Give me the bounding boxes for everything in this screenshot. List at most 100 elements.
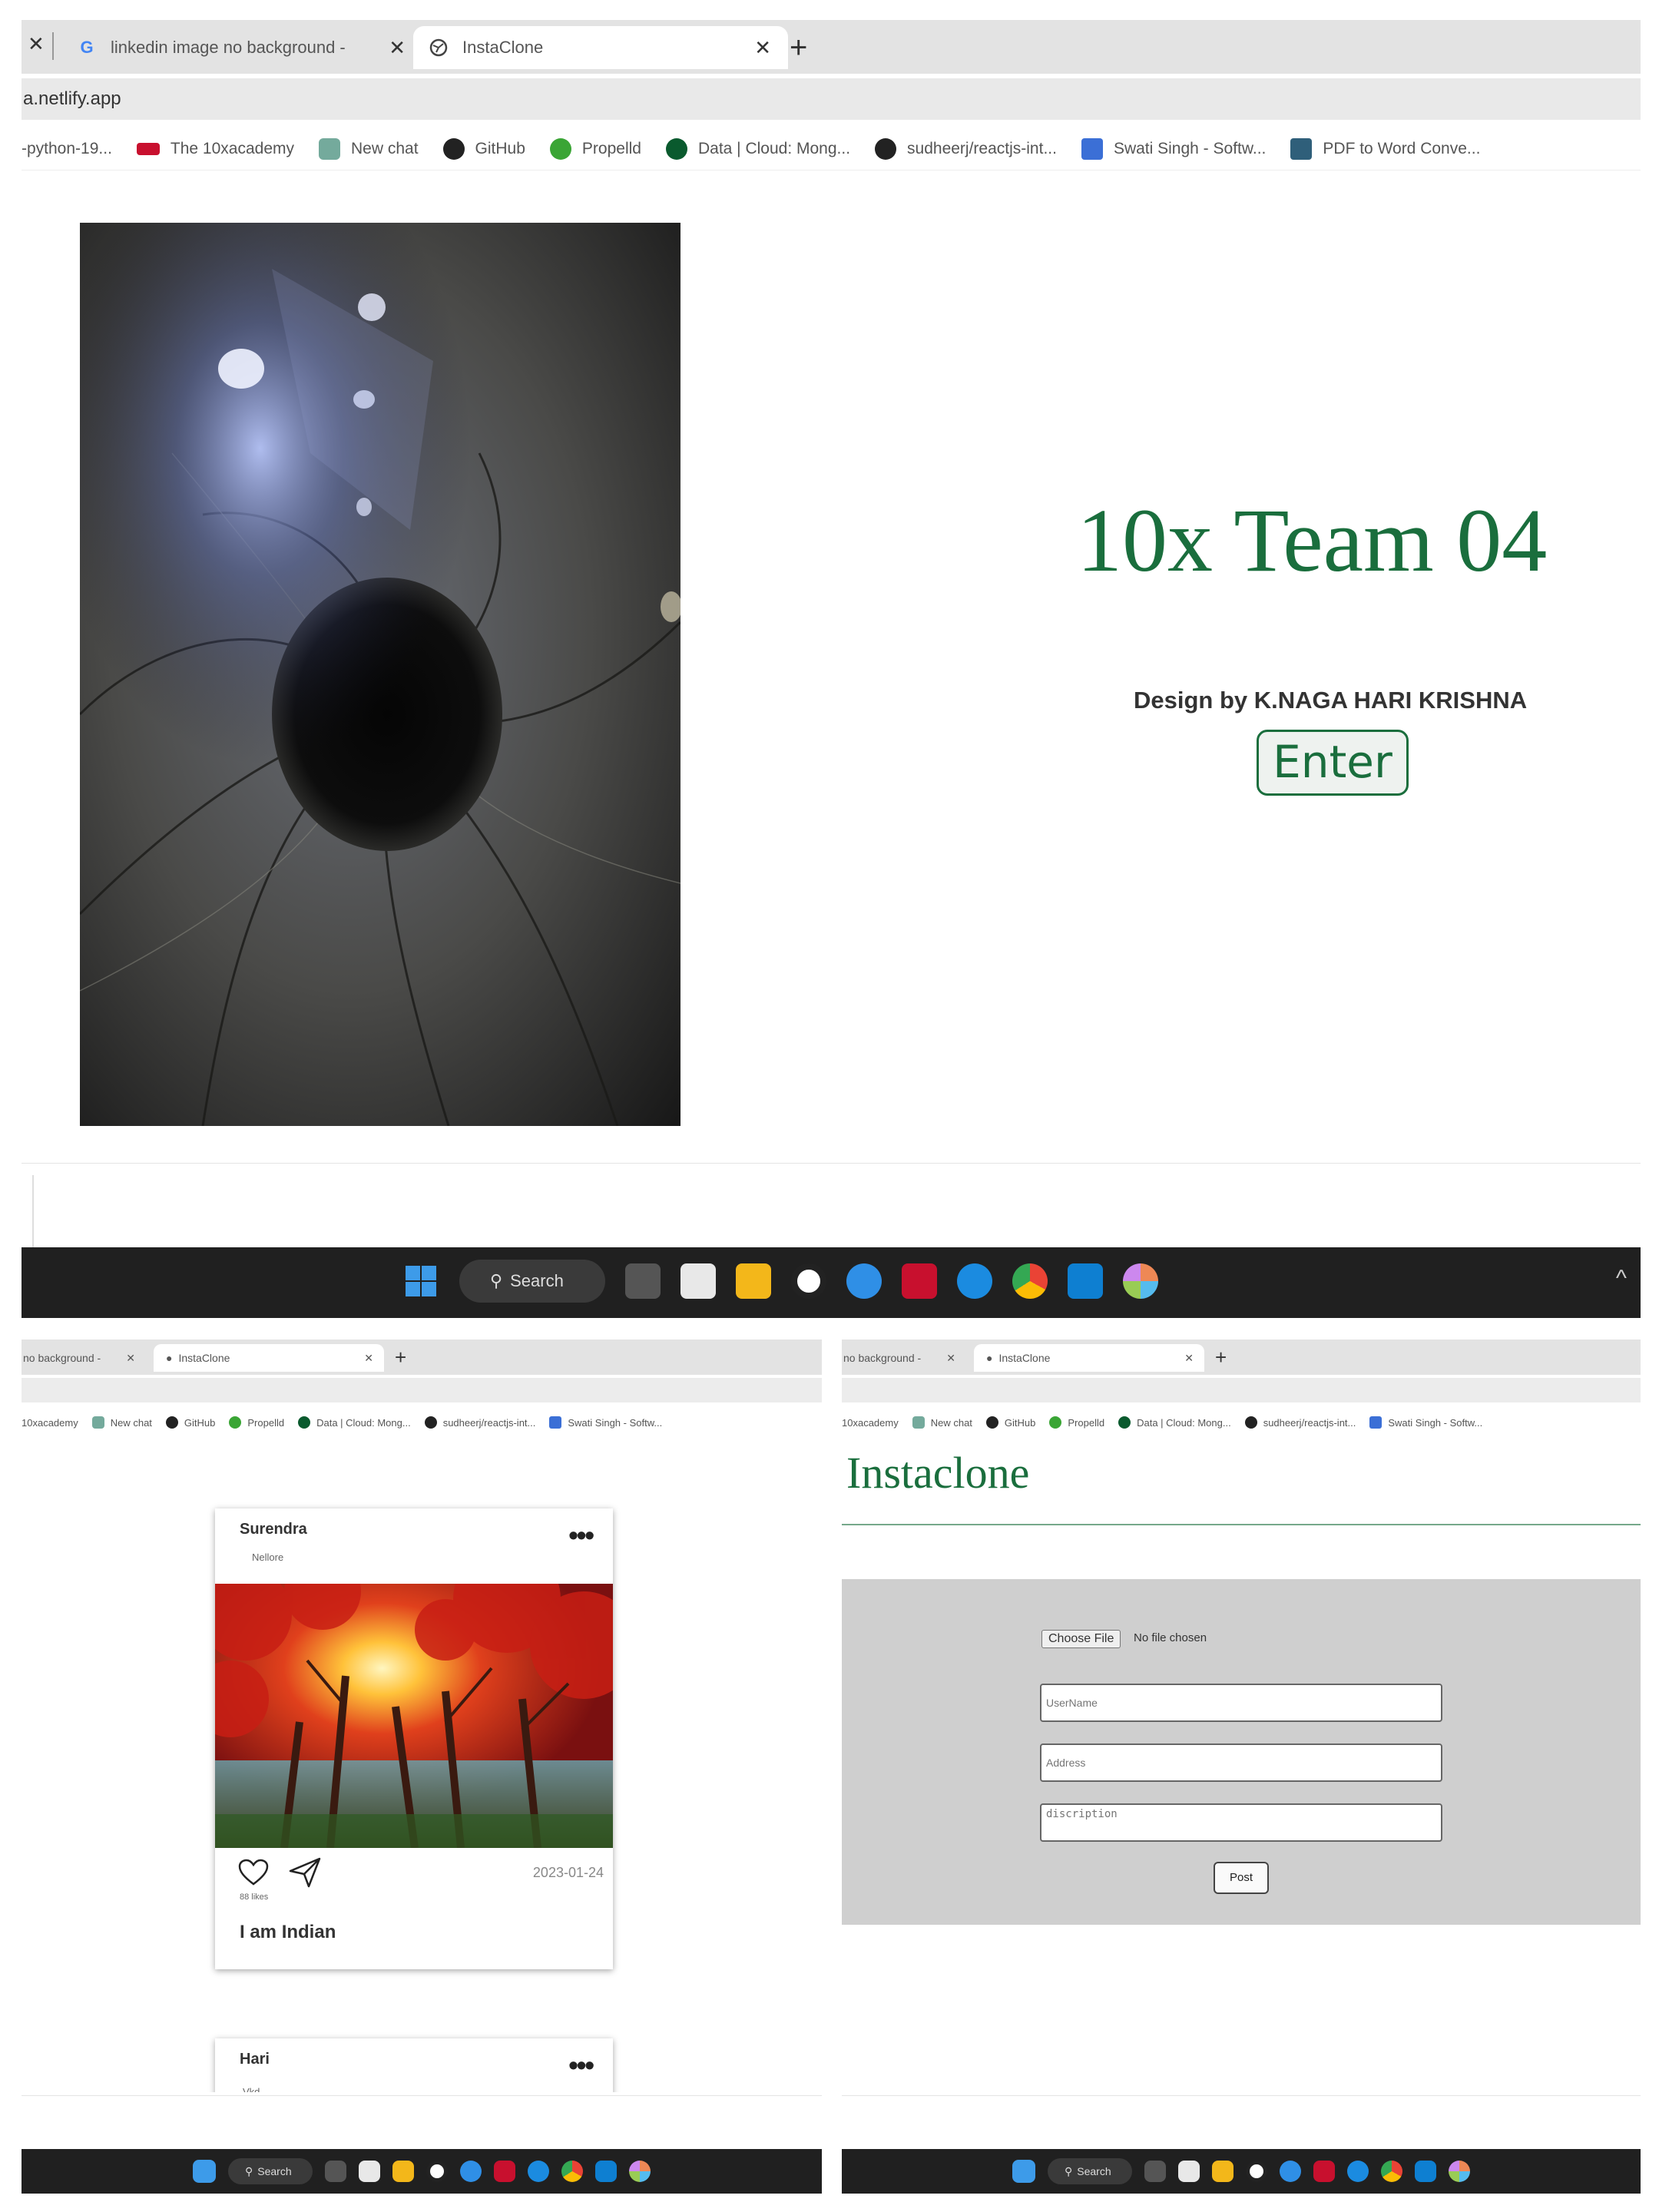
bookmark-mongodb[interactable]: Data | Cloud: Mong...	[665, 137, 850, 160]
task-view-icon[interactable]	[1144, 2161, 1166, 2182]
bookmark-mongodb[interactable]: Data | Cloud: Mong...	[298, 1416, 411, 1429]
globe-icon	[429, 38, 449, 58]
windows-start-icon[interactable]	[402, 1263, 439, 1300]
new-tab-button[interactable]: +	[790, 31, 807, 65]
bookmark-github[interactable]: GitHub	[165, 1416, 215, 1429]
choose-file-button[interactable]: Choose File	[1041, 1630, 1121, 1648]
address-input[interactable]	[1040, 1743, 1442, 1782]
new-tab-button[interactable]: +	[395, 1346, 406, 1369]
close-icon[interactable]: ✕	[389, 36, 406, 60]
share-icon[interactable]	[289, 1857, 321, 1892]
vscode-icon[interactable]	[595, 2161, 617, 2182]
chatgpt-icon[interactable]	[1246, 2161, 1267, 2182]
github-icon	[442, 137, 465, 160]
tab-linkedin[interactable]: no background - ✕	[842, 1344, 965, 1372]
vscode-icon[interactable]	[1068, 1263, 1103, 1299]
bookmark-swati-singh[interactable]: Swati Singh - Softw...	[1081, 137, 1266, 160]
bookmark-new-chat[interactable]: New chat	[912, 1416, 972, 1429]
taskbar-search[interactable]: ⚲ Search	[1048, 2158, 1132, 2184]
tab-instaclone[interactable]: ● InstaClone ✕	[974, 1344, 1204, 1372]
taskbar-search[interactable]: ⚲ Search	[459, 1260, 605, 1303]
address-bar[interactable]	[842, 1378, 1641, 1402]
close-icon[interactable]: ✕	[754, 36, 771, 60]
chatgpt-icon[interactable]	[791, 1263, 826, 1299]
chatgpt-icon[interactable]	[426, 2161, 448, 2182]
bookmark-github[interactable]: GitHub	[985, 1416, 1035, 1429]
tab-instaclone[interactable]: InstaClone ✕	[413, 26, 788, 69]
tab-instaclone[interactable]: ● InstaClone ✕	[154, 1344, 384, 1372]
file-explorer-icon[interactable]	[392, 2161, 414, 2182]
close-icon[interactable]: ✕	[126, 1352, 135, 1365]
address-bar[interactable]: a.netlify.app	[22, 78, 1641, 120]
windows-start-icon[interactable]	[193, 2160, 216, 2183]
edge-icon[interactable]	[1347, 2161, 1369, 2182]
edge-dev-icon[interactable]	[460, 2161, 482, 2182]
chevron-up-icon[interactable]: ^	[1616, 1266, 1627, 1292]
address-bar[interactable]	[22, 1378, 822, 1402]
taskbar-search[interactable]: ⚲ Search	[228, 2158, 313, 2184]
post-button[interactable]: Post	[1214, 1862, 1269, 1894]
bookmark-github[interactable]: GitHub	[442, 137, 525, 160]
bookmark-sudheerj[interactable]: sudheerj/reactjs-int...	[875, 137, 1057, 160]
edge-icon[interactable]	[957, 1263, 992, 1299]
divider	[22, 1163, 1641, 1164]
vscode-icon[interactable]	[1415, 2161, 1436, 2182]
store-icon[interactable]	[1178, 2161, 1200, 2182]
bookmark-10xacademy[interactable]: 10xacademy	[842, 1417, 899, 1429]
bookmark-swati-singh[interactable]: Swati Singh - Softw...	[549, 1416, 662, 1429]
divider	[32, 1175, 34, 1252]
file-explorer-icon[interactable]	[1212, 2161, 1233, 2182]
close-icon[interactable]: ✕	[1184, 1352, 1194, 1365]
enter-button[interactable]: Enter	[1257, 730, 1409, 796]
color-picker-icon[interactable]	[629, 2161, 651, 2182]
description-input[interactable]	[1040, 1803, 1442, 1842]
chrome-icon[interactable]	[561, 2161, 583, 2182]
bookmark-propelld[interactable]: Propelld	[1049, 1416, 1104, 1429]
bookmark-pdf-to-word[interactable]: PDF to Word Conve...	[1290, 137, 1480, 160]
edge-dev-icon[interactable]	[1280, 2161, 1301, 2182]
brand-logo[interactable]: Instaclone	[846, 1447, 1029, 1498]
username-input[interactable]	[1040, 1684, 1442, 1722]
bookmark-python[interactable]: -python-19...	[22, 140, 112, 158]
color-picker-icon[interactable]	[1449, 2161, 1470, 2182]
close-icon[interactable]: ✕	[28, 32, 45, 56]
browser-window-feed: no background - ✕ ● InstaClone ✕ + 10xac…	[22, 1339, 822, 2194]
post-location: Nellore	[252, 1551, 284, 1563]
store-icon[interactable]	[680, 1263, 716, 1299]
mcafee-icon[interactable]	[902, 1263, 937, 1299]
bookmark-swati-singh[interactable]: Swati Singh - Softw...	[1369, 1416, 1482, 1429]
mcafee-icon[interactable]	[1313, 2161, 1335, 2182]
more-options-icon[interactable]: •••	[568, 2049, 594, 2081]
mcafee-icon[interactable]	[494, 2161, 515, 2182]
chrome-icon[interactable]	[1381, 2161, 1402, 2182]
tab-divider	[52, 32, 54, 60]
bookmark-10xacademy[interactable]: The 10xacademy	[136, 140, 294, 158]
close-icon[interactable]: ✕	[946, 1352, 955, 1365]
color-picker-icon[interactable]	[1123, 1263, 1158, 1299]
tab-linkedin[interactable]: G linkedin image no background - ✕	[61, 26, 422, 69]
chrome-icon[interactable]	[1012, 1263, 1048, 1299]
close-icon[interactable]: ✕	[364, 1352, 373, 1365]
file-explorer-icon[interactable]	[736, 1263, 771, 1299]
bookmark-10xacademy[interactable]: 10xacademy	[22, 1417, 78, 1429]
edge-icon[interactable]	[528, 2161, 549, 2182]
windows-start-icon[interactable]	[1012, 2160, 1035, 2183]
bookmark-mongodb[interactable]: Data | Cloud: Mong...	[1118, 1416, 1231, 1429]
task-view-icon[interactable]	[625, 1263, 661, 1299]
propelld-icon	[229, 1416, 242, 1429]
edge-dev-icon[interactable]	[846, 1263, 882, 1299]
bookmark-new-chat[interactable]: New chat	[91, 1416, 152, 1429]
heart-icon[interactable]	[238, 1859, 269, 1890]
task-view-icon[interactable]	[325, 2161, 346, 2182]
divider	[842, 2095, 1641, 2096]
more-options-icon[interactable]: •••	[568, 1519, 594, 1551]
bookmark-propelld[interactable]: Propelld	[229, 1416, 284, 1429]
bookmark-propelld[interactable]: Propelld	[549, 137, 641, 160]
bookmark-sudheerj[interactable]: sudheerj/reactjs-int...	[424, 1416, 535, 1429]
bookmark-sudheerj[interactable]: sudheerj/reactjs-int...	[1244, 1416, 1356, 1429]
tab-linkedin[interactable]: no background - ✕	[22, 1344, 144, 1372]
bookmark-new-chat[interactable]: New chat	[319, 137, 419, 160]
search-icon: ⚲	[245, 2164, 253, 2177]
store-icon[interactable]	[359, 2161, 380, 2182]
new-tab-button[interactable]: +	[1215, 1346, 1227, 1369]
